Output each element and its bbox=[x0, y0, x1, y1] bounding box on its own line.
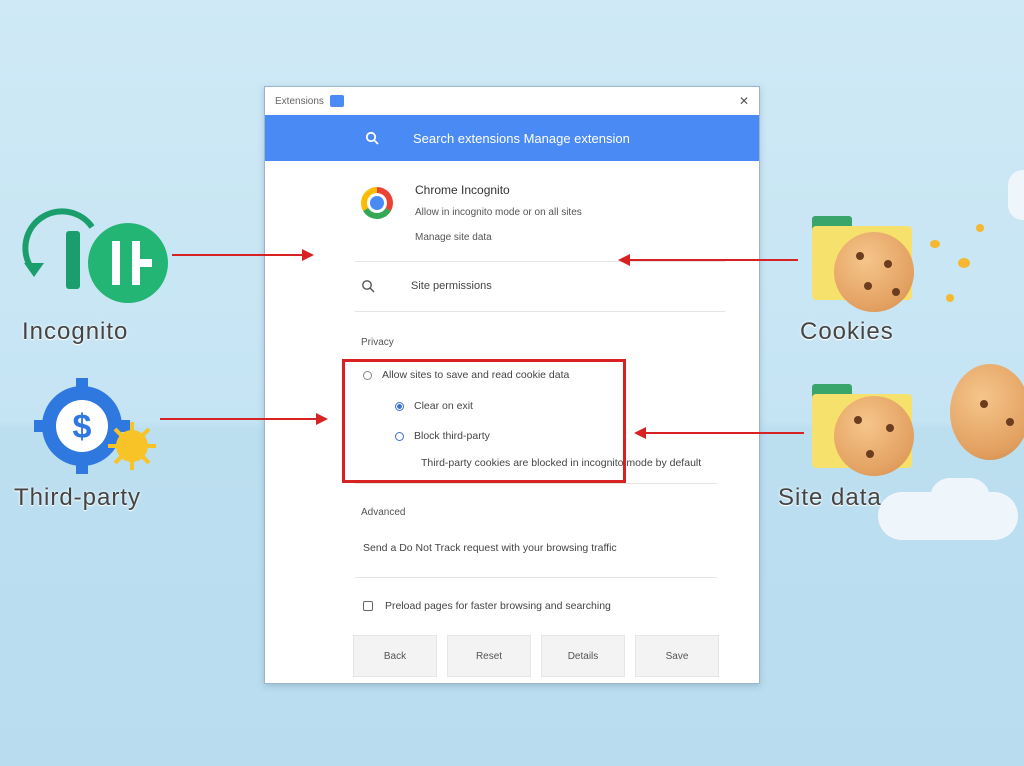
divider bbox=[355, 261, 725, 262]
checkbox[interactable] bbox=[363, 601, 373, 611]
annotation-highlight-box bbox=[342, 359, 626, 483]
left-top-label: Incognito bbox=[22, 318, 129, 345]
cookie-crumb bbox=[958, 258, 970, 268]
advanced-text: Send a Do Not Track request with your br… bbox=[363, 542, 617, 554]
cookie-icon bbox=[950, 364, 1024, 460]
svg-text:$: $ bbox=[73, 408, 92, 446]
cookie-crumb bbox=[976, 224, 984, 232]
search-bar-text: Search extensions Manage extension bbox=[413, 130, 630, 146]
divider bbox=[355, 483, 717, 484]
site-data-illustration bbox=[810, 360, 1024, 480]
advanced-section-label: Advanced bbox=[361, 507, 406, 518]
cookie-chip bbox=[980, 400, 988, 408]
incognito-illustration bbox=[20, 205, 170, 315]
cookie-chip bbox=[892, 288, 900, 296]
checkbox-row[interactable]: Preload pages for faster browsing and se… bbox=[363, 600, 611, 612]
cookie-chip bbox=[854, 416, 862, 424]
search-icon[interactable] bbox=[363, 129, 381, 147]
divider bbox=[355, 311, 725, 312]
cookie-chip bbox=[856, 252, 864, 260]
app-subtitle: Allow in incognito mode or on all sites bbox=[415, 207, 582, 218]
details-button[interactable]: Details bbox=[541, 635, 625, 677]
cookie-chip bbox=[884, 260, 892, 268]
cookies-illustration bbox=[810, 210, 1020, 320]
left-bottom-label: Third-party bbox=[14, 484, 142, 511]
divider bbox=[355, 577, 717, 578]
cookie-chip bbox=[1006, 418, 1014, 426]
third-party-illustration: $ bbox=[34, 376, 164, 476]
annotation-arrow bbox=[172, 249, 314, 261]
app-name: Chrome Incognito bbox=[415, 183, 510, 197]
search-icon bbox=[362, 280, 375, 293]
sync-toggle-icon bbox=[22, 208, 168, 303]
dialog-titlebar: Extensions ✕ bbox=[265, 87, 759, 115]
annotation-arrow bbox=[634, 427, 804, 439]
app-info: Chrome Incognito Allow in incognito mode… bbox=[361, 183, 721, 251]
cookie-icon bbox=[834, 232, 914, 312]
right-top-label: Cookies bbox=[800, 318, 894, 345]
annotation-arrow bbox=[160, 413, 328, 425]
annotation-arrow bbox=[618, 254, 798, 266]
background-cloud bbox=[930, 478, 990, 518]
privacy-section-label: Privacy bbox=[361, 337, 394, 348]
cookie-crumb bbox=[946, 294, 954, 302]
cookie-chip bbox=[886, 424, 894, 432]
chrome-logo-icon bbox=[361, 187, 393, 219]
reset-button[interactable]: Reset bbox=[447, 635, 531, 677]
extension-badge-icon bbox=[329, 95, 344, 107]
back-button[interactable]: Back bbox=[353, 635, 437, 677]
right-bottom-label: Site data bbox=[778, 484, 882, 511]
checkbox-label: Preload pages for faster browsing and se… bbox=[385, 600, 611, 612]
cookie-chip bbox=[866, 450, 874, 458]
button-row: Back Reset Details Save bbox=[353, 635, 719, 677]
search-bar[interactable]: Search extensions Manage extension bbox=[265, 115, 759, 161]
cookie-chip bbox=[864, 282, 872, 290]
dollar-gear-icon: $ bbox=[34, 378, 156, 474]
site-permissions-row[interactable]: Site permissions bbox=[361, 279, 492, 293]
close-button[interactable]: ✕ bbox=[739, 94, 749, 108]
cookie-crumb bbox=[930, 240, 940, 248]
dialog-title: Extensions bbox=[275, 95, 324, 107]
cookie-icon bbox=[834, 396, 914, 476]
site-permissions-label: Site permissions bbox=[411, 280, 492, 292]
save-button[interactable]: Save bbox=[635, 635, 719, 677]
app-note[interactable]: Manage site data bbox=[415, 232, 492, 243]
